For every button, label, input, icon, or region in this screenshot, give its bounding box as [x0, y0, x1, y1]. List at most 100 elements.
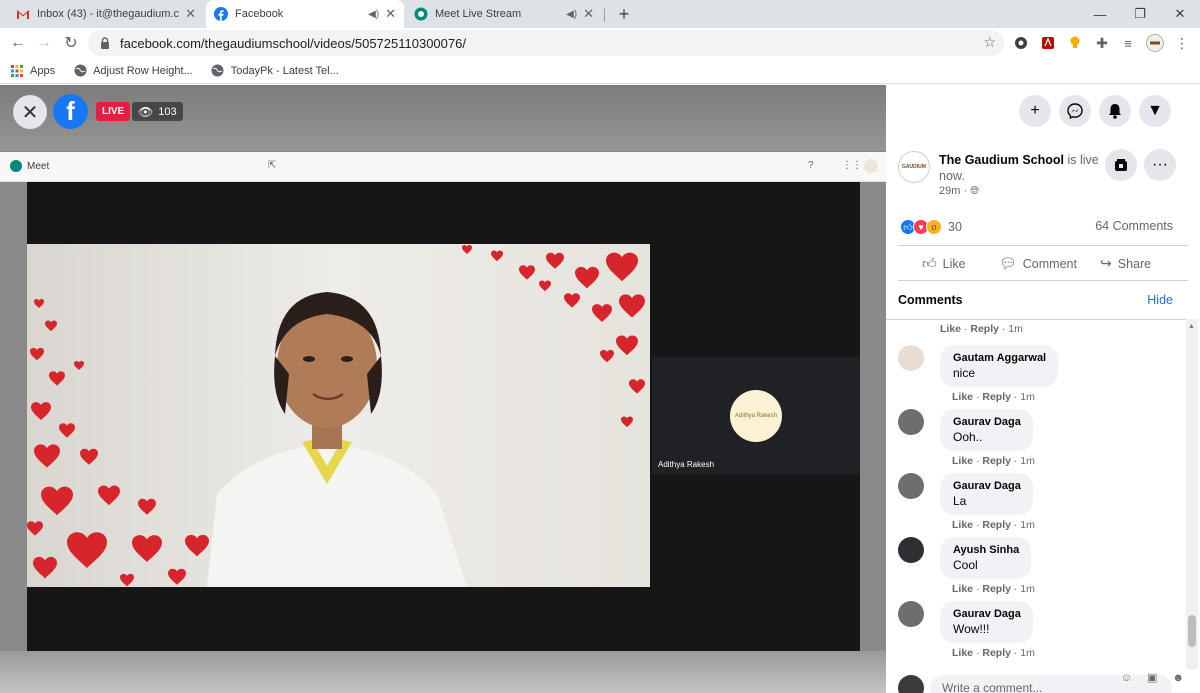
close-tab-icon[interactable]: ✕ [385, 6, 396, 22]
commenter-name[interactable]: Gautam Aggarwal [953, 351, 1046, 365]
commenter-avatar[interactable] [898, 409, 924, 435]
commenter-name[interactable]: Gaurav Daga [953, 479, 1021, 493]
commenter-avatar[interactable] [898, 345, 924, 371]
comments-scrollbar[interactable]: ▲ [1186, 319, 1198, 669]
share-button[interactable]: ↪ Share [1100, 255, 1151, 272]
page-status-line: The Gaudium School is live now. [939, 152, 1099, 184]
page-name-link[interactable]: The Gaudium School [939, 153, 1064, 167]
comment-like-link[interactable]: Like [952, 647, 973, 659]
close-video-button[interactable]: ✕ [13, 95, 47, 129]
meet-label: Meet [27, 160, 50, 172]
reload-icon[interactable]: ↻ [60, 32, 82, 54]
commenter-avatar[interactable] [898, 601, 924, 627]
lightbulb-extension-icon[interactable] [1067, 35, 1083, 51]
new-tab-button[interactable]: + [613, 3, 635, 25]
globe-icon: 🌐︎ [970, 185, 979, 197]
globe-icon [211, 64, 225, 78]
comment-bubble: Gaurav Daga Ooh.. [940, 409, 1033, 451]
comment-reply-link[interactable]: Reply [982, 455, 1011, 467]
bookmarks-bar: Apps Adjust Row Height... TodayPk - Late… [0, 58, 1200, 84]
bookmark-star-icon[interactable]: ☆ [983, 34, 996, 51]
reactions-summary[interactable]: 👍︎ ♥ o 30 [900, 219, 962, 235]
apps-grid-icon [10, 64, 24, 78]
comment-button[interactable]: 💬︎ Comment [999, 255, 1077, 272]
close-tab-icon[interactable]: ✕ [185, 6, 196, 22]
comment-reply-link[interactable]: Reply [982, 583, 1011, 595]
create-button[interactable]: + [1019, 95, 1051, 127]
comment-like-link[interactable]: Like [952, 519, 973, 531]
comment-reply-link[interactable]: Reply [982, 647, 1011, 659]
video-player[interactable]: ✕ f LIVE 👁 103 Meet ⇱ ? ⋮⋮ Adithya Rakes… [0, 85, 886, 693]
browser-menu-icon[interactable]: ⋮ [1174, 35, 1190, 51]
page-avatar[interactable]: GAUDIUM [898, 151, 930, 183]
comment-like-link[interactable]: Like [952, 583, 973, 595]
bookmark-label: Adjust Row Height... [93, 64, 193, 77]
gmail-icon [16, 7, 30, 21]
notifications-bell-icon[interactable] [1099, 95, 1131, 127]
address-bar[interactable]: facebook.com/thegaudiumschool/videos/505… [88, 30, 1004, 56]
close-tab-icon[interactable]: ✕ [583, 6, 594, 22]
account-menu-caret-icon[interactable]: ▼ [1139, 95, 1171, 127]
comment-reply-link[interactable]: Reply [982, 519, 1011, 531]
comment-label: Comment [1022, 256, 1077, 271]
browser-toolbar: ← → ↻ facebook.com/thegaudiumschool/vide… [0, 28, 1200, 58]
facebook-logo-icon[interactable]: f [53, 94, 88, 129]
bookmark-adjust-row-height[interactable]: Adjust Row Height... [73, 64, 193, 78]
tab-meet-live-stream[interactable]: Meet Live Stream ◀) ✕ [406, 0, 602, 28]
minimize-icon[interactable]: — [1080, 0, 1120, 28]
forward-icon[interactable]: → [33, 32, 55, 54]
comment-text: Wow!!! [953, 622, 990, 636]
commenter-name[interactable]: Gaurav Daga [953, 415, 1021, 429]
current-user-avatar[interactable] [898, 675, 924, 693]
bookmark-label: TodayPk - Latest Tel... [230, 64, 339, 77]
comment-bubble: Gaurav Daga La [940, 473, 1033, 515]
comment-age: 1m [1020, 455, 1035, 467]
hide-comments-link[interactable]: Hide [1147, 293, 1173, 307]
commenter-avatar[interactable] [898, 473, 924, 499]
messenger-icon[interactable] [1059, 95, 1091, 127]
save-post-icon[interactable] [1105, 149, 1137, 181]
tab-facebook[interactable]: Facebook ◀) ✕ [206, 0, 404, 28]
commenter-name[interactable]: Gaurav Daga [953, 607, 1021, 621]
scroll-up-icon[interactable]: ▲ [1188, 323, 1195, 330]
participant-avatar: Adithya Rakesh [730, 390, 782, 442]
comment-reply-link[interactable]: Reply [970, 323, 999, 335]
media-queue-icon[interactable]: ≡ [1120, 35, 1136, 51]
comment-like-link[interactable]: Like [952, 391, 973, 403]
bookmark-apps[interactable]: Apps [10, 64, 55, 78]
close-window-icon[interactable]: ✕ [1160, 0, 1200, 28]
bookmark-todaypk[interactable]: TodayPk - Latest Tel... [211, 64, 339, 78]
comment-like-link[interactable]: Like [952, 455, 973, 467]
speaker-icon[interactable]: ◀) [566, 9, 577, 20]
comment-meta: Like · Reply · 1m [952, 519, 1035, 531]
comment-text: nice [953, 366, 976, 380]
url-text[interactable]: facebook.com/thegaudiumschool/videos/505… [120, 36, 466, 51]
comment-reply-link[interactable]: Reply [982, 391, 1011, 403]
share-label: Share [1117, 256, 1152, 271]
more-options-icon[interactable]: ··· [1144, 149, 1176, 181]
lock-icon[interactable] [100, 37, 112, 49]
comments-count[interactable]: 64 Comments [1095, 219, 1173, 233]
profile-avatar-icon[interactable] [1146, 34, 1164, 52]
commenter-avatar[interactable] [898, 537, 924, 563]
live-badge: LIVE [96, 102, 131, 121]
speaker-icon[interactable]: ◀) [368, 9, 379, 20]
help-icon: ? [808, 160, 814, 171]
post-time[interactable]: 29m [939, 185, 960, 197]
restore-icon[interactable]: ❐ [1120, 0, 1160, 28]
commenter-name[interactable]: Ayush Sinha [953, 543, 1019, 557]
back-icon[interactable]: ← [7, 32, 29, 54]
viewer-count-badge: 👁 103 [132, 102, 183, 121]
comment-bubble-icon: 💬︎ [999, 255, 1017, 271]
participant-name: Adithya Rakesh [658, 460, 715, 469]
pdf-extension-icon[interactable] [1040, 35, 1056, 51]
eye-icon: 👁 [138, 104, 154, 119]
scrollbar-thumb[interactable] [1188, 615, 1196, 647]
meet-brand: Meet [10, 160, 49, 172]
comment-tools-icons[interactable]: ☺ ▣ ☻ [1121, 671, 1190, 684]
like-button[interactable]: 👍︎ Like [922, 255, 966, 272]
tab-gmail[interactable]: Inbox (43) - it@thegaudium.com ✕ [8, 0, 204, 28]
puzzle-extensions-icon[interactable]: ✚ [1094, 35, 1110, 51]
comment-like-link[interactable]: Like [940, 323, 961, 335]
extension-circle-icon[interactable] [1013, 35, 1029, 51]
